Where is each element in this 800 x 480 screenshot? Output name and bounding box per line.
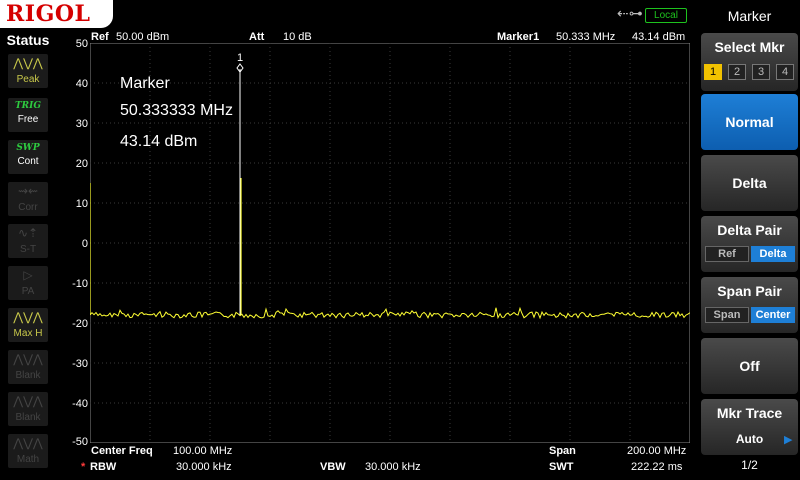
span-pair-button[interactable]: Span Pair xyxy=(701,277,798,333)
y-tick: -20 xyxy=(72,318,88,330)
marker-amp: 43.14 dBm xyxy=(632,31,686,43)
pa-icon: ▷ xyxy=(23,268,33,282)
math-icon: ⋀⋁⋀ xyxy=(13,436,43,450)
swt-value: 222.22 ms xyxy=(631,461,683,473)
y-tick: 50 xyxy=(75,38,88,50)
span-value: 200.00 MHz xyxy=(627,445,687,457)
local-badge: Local xyxy=(645,8,687,23)
y-tick: -10 xyxy=(72,278,88,290)
y-tick: 0 xyxy=(81,238,88,250)
st-icon: ∿⇡ xyxy=(17,226,39,240)
off-label: Off xyxy=(739,358,760,374)
marker-3-option[interactable]: 3 xyxy=(752,64,770,80)
delta-button[interactable]: Delta xyxy=(701,155,798,211)
delta-pair-label: Delta Pair xyxy=(717,222,782,238)
maxhold-icon: ⋀⋁⋀ xyxy=(13,310,43,324)
att-value: 10 dB xyxy=(283,31,312,43)
status-trig: TRIG Free xyxy=(8,98,48,132)
status-label: Blank xyxy=(15,370,41,381)
y-tick: 30 xyxy=(75,118,88,130)
delta-pair-button[interactable]: Delta Pair xyxy=(701,216,798,272)
delta-label: Delta xyxy=(732,175,767,191)
status-swp: SWP Cont xyxy=(8,140,48,174)
marker-tag: 1 xyxy=(237,52,243,64)
marker-readout-title: Marker xyxy=(120,75,170,92)
status-label: Blank xyxy=(15,412,41,423)
delta-pair-delta[interactable]: Delta xyxy=(751,246,795,262)
status-peak: ⋀⋁⋀ Peak xyxy=(8,54,48,88)
vbw-value: 30.000 kHz xyxy=(365,461,421,473)
normal-button[interactable]: Normal xyxy=(701,94,798,150)
center-freq-value: 100.00 MHz xyxy=(173,445,233,457)
status-label: Cont xyxy=(17,156,39,167)
span-pair-label: Span Pair xyxy=(717,283,782,299)
status-title: Status xyxy=(6,32,50,48)
blank-icon: ⋀⋁⋀ xyxy=(13,394,43,408)
mkr-trace-button[interactable]: Mkr Trace Auto ▶ xyxy=(701,399,798,455)
peak-icon: ⋀⋁⋀ xyxy=(13,56,43,70)
marker-readout-amp: 43.14 dBm xyxy=(120,133,198,150)
select-mkr-label: Select Mkr xyxy=(714,39,785,55)
rbw-value: 30.000 kHz xyxy=(176,461,232,473)
status-label: Corr xyxy=(18,202,38,213)
menu-page-indicator: 1/2 xyxy=(741,458,758,472)
blank-icon: ⋀⋁⋀ xyxy=(13,352,43,366)
marker-1-option[interactable]: 1 xyxy=(704,64,722,80)
span-pair-center[interactable]: Center xyxy=(751,307,795,323)
y-tick: 40 xyxy=(75,78,88,90)
corr-icon: ⇝⇜ xyxy=(17,184,39,198)
status-label: PA xyxy=(21,286,35,297)
y-tick: -50 xyxy=(72,436,88,448)
marker-readout-freq: 50.333333 MHz xyxy=(120,102,233,119)
marker-label: Marker1 xyxy=(497,31,540,43)
vbw-label: VBW xyxy=(320,461,346,473)
status-blank-2: ⋀⋁⋀ Blank xyxy=(8,392,48,426)
normal-label: Normal xyxy=(725,114,774,130)
ref-value: 50.00 dBm xyxy=(116,31,170,43)
span-pair-span[interactable]: Span xyxy=(705,307,749,323)
status-corr: ⇝⇜ Corr xyxy=(8,182,48,216)
center-freq-label: Center Freq xyxy=(91,445,153,457)
marker-freq: 50.333 MHz xyxy=(556,31,616,43)
swt-label: SWT xyxy=(549,461,574,473)
menu-title: Marker xyxy=(727,8,772,24)
y-tick: 10 xyxy=(75,198,88,210)
status-label: Peak xyxy=(16,74,40,85)
marker-4-option[interactable]: 4 xyxy=(776,64,794,80)
status-maxhold: ⋀⋁⋀ Max H xyxy=(8,308,48,342)
y-tick: 20 xyxy=(75,158,88,170)
rbw-label: RBW xyxy=(90,461,117,473)
mkr-trace-label: Mkr Trace xyxy=(716,405,783,421)
rbw-star: * xyxy=(81,461,86,473)
logo-text: RIGOL xyxy=(6,1,91,27)
y-tick: -30 xyxy=(72,358,88,370)
status-st: ∿⇡ S-T xyxy=(8,224,48,258)
status-label: Math xyxy=(16,454,40,465)
marker-2-option[interactable]: 2 xyxy=(728,64,746,80)
off-button[interactable]: Off xyxy=(701,338,798,394)
ref-label: Ref xyxy=(91,31,109,43)
top-bar xyxy=(113,0,695,28)
y-tick: -40 xyxy=(72,398,88,410)
span-label: Span xyxy=(549,445,576,457)
status-label: Max H xyxy=(13,328,43,339)
status-blank-1: ⋀⋁⋀ Blank xyxy=(8,350,48,384)
chevron-right-icon: ▶ xyxy=(784,434,793,446)
usb-icon: ⇠⊶ xyxy=(617,6,643,22)
status-label: S-T xyxy=(19,244,37,255)
status-label: Free xyxy=(17,114,39,125)
delta-pair-ref[interactable]: Ref xyxy=(705,246,749,262)
status-title-swp: SWP xyxy=(16,143,40,153)
rigol-logo: RIGOL xyxy=(0,0,113,28)
att-label: Att xyxy=(249,31,265,43)
status-pa: ▷ PA xyxy=(8,266,48,300)
status-title-trig: TRIG xyxy=(14,101,42,111)
status-math: ⋀⋁⋀ Math xyxy=(8,434,48,468)
select-mkr-button[interactable]: Select Mkr xyxy=(701,33,798,91)
